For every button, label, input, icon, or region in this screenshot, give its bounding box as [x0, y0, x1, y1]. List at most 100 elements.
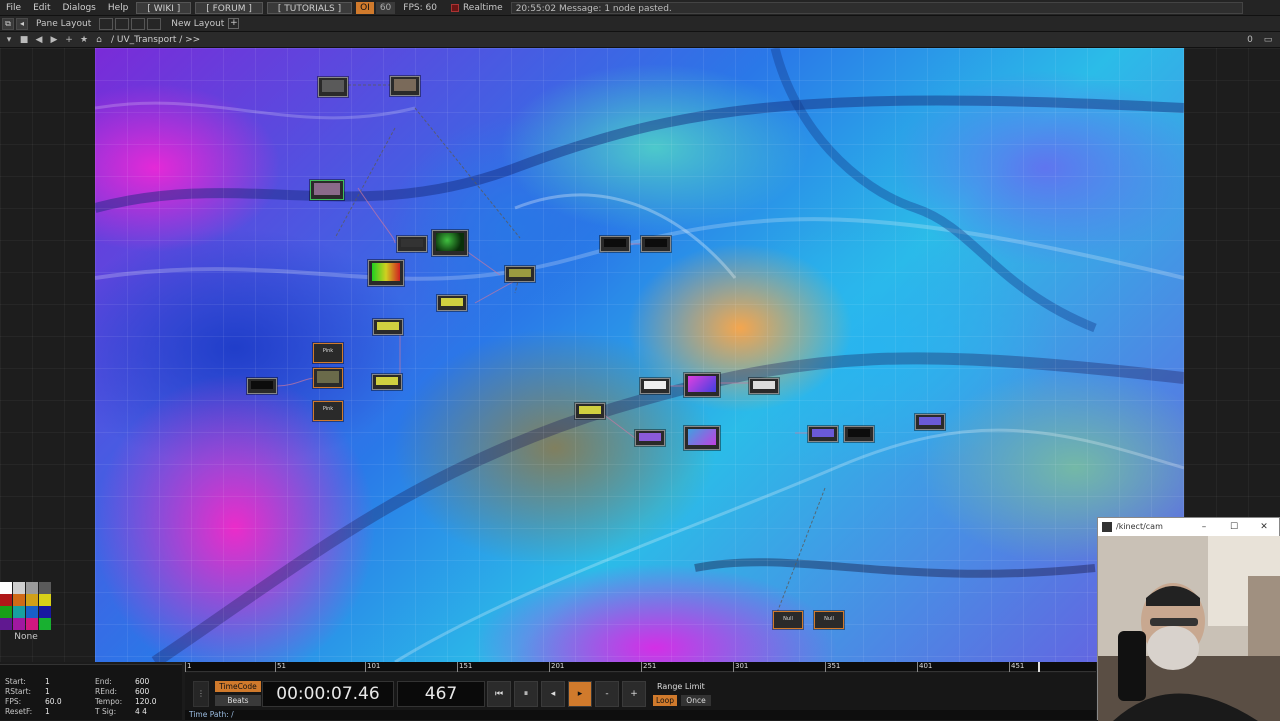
layout-preset-4-icon[interactable] — [147, 17, 162, 30]
pause-icon[interactable]: ⏸ — [514, 681, 538, 707]
operator-node[interactable] — [437, 295, 467, 311]
operator-node[interactable] — [505, 266, 535, 282]
palette-none-label[interactable]: None — [0, 632, 52, 642]
pane-split-icon[interactable]: ⧉ — [2, 17, 14, 30]
increase-speed-button[interactable]: + — [622, 681, 646, 707]
operator-node[interactable] — [749, 378, 779, 394]
palette-swatch[interactable] — [39, 618, 51, 630]
end-value[interactable]: 600 — [135, 677, 149, 687]
new-layout-label[interactable]: New Layout — [171, 19, 224, 29]
close-icon[interactable]: ✕ — [1249, 522, 1279, 532]
null-node[interactable]: Null — [773, 611, 803, 629]
palette-swatch[interactable] — [39, 594, 51, 606]
minimize-icon[interactable]: – — [1189, 522, 1219, 532]
text-top-node[interactable]: Pink — [313, 401, 343, 421]
operator-node[interactable] — [318, 77, 348, 97]
oi-toggle[interactable]: OI — [356, 1, 374, 14]
step-back-icon[interactable]: ◂ — [541, 681, 565, 707]
operator-node[interactable] — [575, 403, 605, 419]
operator-node[interactable] — [313, 368, 343, 388]
pane-expand-icon[interactable]: ▭ — [1262, 34, 1274, 46]
color-palette: None — [0, 582, 52, 660]
null-node[interactable]: Null — [814, 611, 844, 629]
operator-node[interactable] — [844, 426, 874, 442]
network-path[interactable]: / UV_Transport / >> — [111, 35, 200, 45]
operator-node[interactable] — [808, 426, 838, 442]
operator-node-selected[interactable] — [310, 180, 344, 200]
operator-node[interactable] — [373, 319, 403, 335]
home-icon[interactable]: ⌂ — [93, 34, 105, 46]
back-icon[interactable]: ◀ — [33, 34, 45, 46]
layout-preset-1-icon[interactable] — [99, 17, 114, 30]
pane-arrow-icon[interactable]: ◂ — [16, 17, 28, 30]
resetf-value[interactable]: 1 — [45, 707, 95, 717]
palette-swatch[interactable] — [13, 606, 25, 618]
wiki-link[interactable]: [ WIKI ] — [136, 1, 192, 14]
star-icon[interactable]: ★ — [78, 34, 90, 46]
start-value[interactable]: 1 — [45, 677, 95, 687]
forward-icon[interactable]: ▶ — [48, 34, 60, 46]
tutorials-link[interactable]: [ TUTORIALS ] — [266, 1, 353, 14]
palette-swatch[interactable] — [13, 582, 25, 594]
tsig-value[interactable]: 4 4 — [135, 707, 147, 717]
palette-swatch[interactable] — [26, 594, 38, 606]
operator-node[interactable] — [372, 374, 402, 390]
fps-limit-toggle[interactable]: 60 — [375, 1, 396, 14]
palette-swatch[interactable] — [26, 606, 38, 618]
timeline-ruler[interactable]: 1 51 101 151 201 251 301 351 401 451 — [184, 662, 1096, 672]
fps-value[interactable]: 60.0 — [45, 697, 95, 707]
noise-top-node[interactable] — [432, 230, 468, 256]
timecode-display[interactable]: 00:00:07.46 — [262, 681, 394, 707]
layout-preset-3-icon[interactable] — [131, 17, 146, 30]
timeline-playhead[interactable] — [1038, 662, 1040, 672]
add-layout-button[interactable]: + — [228, 18, 240, 29]
go-to-start-icon[interactable]: ⏮ — [487, 681, 511, 707]
ramp-top-node[interactable] — [368, 260, 404, 286]
once-toggle[interactable]: Once — [681, 695, 711, 706]
palette-swatch[interactable] — [13, 618, 25, 630]
operator-node[interactable] — [247, 378, 277, 394]
palette-swatch[interactable] — [39, 606, 51, 618]
menu-help[interactable]: Help — [102, 3, 135, 13]
palette-swatch[interactable] — [0, 582, 12, 594]
rend-value[interactable]: 600 — [135, 687, 149, 697]
rstart-value[interactable]: 1 — [45, 687, 95, 697]
operator-node[interactable] — [684, 426, 720, 450]
menu-file[interactable]: File — [0, 3, 27, 13]
maximize-icon[interactable]: ☐ — [1219, 522, 1249, 532]
operator-node[interactable] — [915, 414, 945, 430]
palette-swatch[interactable] — [0, 594, 12, 606]
play-icon[interactable]: ▸ — [568, 681, 592, 707]
stop-icon[interactable]: ■ — [18, 34, 30, 46]
network-editor[interactable]: Pink Pink Null Null None — [0, 48, 1280, 662]
forum-link[interactable]: [ FORUM ] — [195, 1, 263, 14]
tempo-value[interactable]: 120.0 — [135, 697, 156, 707]
operator-node[interactable] — [390, 76, 420, 96]
operator-node[interactable] — [600, 236, 630, 252]
text-top-node[interactable]: Pink — [313, 343, 343, 363]
palette-swatch[interactable] — [26, 582, 38, 594]
operator-node[interactable] — [641, 236, 671, 252]
webcam-titlebar[interactable]: /kinect/cam – ☐ ✕ — [1098, 518, 1279, 535]
decrease-speed-button[interactable]: - — [595, 681, 619, 707]
menu-edit[interactable]: Edit — [27, 3, 56, 13]
layout-preset-2-icon[interactable] — [115, 17, 130, 30]
palette-swatch[interactable] — [26, 618, 38, 630]
add-icon[interactable]: + — [63, 34, 75, 46]
palette-swatch[interactable] — [39, 582, 51, 594]
beats-mode-toggle[interactable]: Beats — [215, 695, 261, 706]
timeline-options-icon[interactable]: ⋮ — [193, 681, 209, 707]
operator-node[interactable] — [640, 378, 670, 394]
palette-swatch[interactable] — [0, 618, 12, 630]
loop-toggle[interactable]: Loop — [653, 695, 677, 706]
frame-display[interactable]: 467 — [397, 681, 485, 707]
realtime-checkbox[interactable] — [450, 3, 459, 12]
operator-node[interactable] — [684, 373, 720, 397]
palette-swatch[interactable] — [13, 594, 25, 606]
palette-swatch[interactable] — [0, 606, 12, 618]
timecode-mode-toggle[interactable]: TimeCode — [215, 681, 261, 692]
pane-menu-icon[interactable]: ▾ — [3, 34, 15, 46]
operator-node[interactable] — [397, 236, 427, 252]
operator-node[interactable] — [635, 430, 665, 446]
menu-dialogs[interactable]: Dialogs — [57, 3, 102, 13]
